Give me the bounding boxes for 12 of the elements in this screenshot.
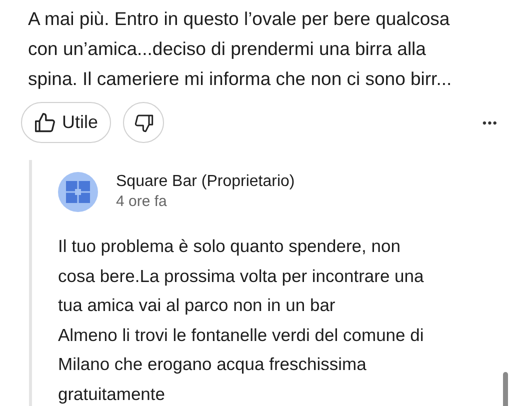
review-text: A mai più. Entro in questo l’ovale per bere qualcosa con un’amica...deciso di prendermi una birra alla spina. Il cameriere mi informa che non ci sono birr... — [28, 7, 453, 91]
thumbs-up-icon — [34, 112, 56, 134]
reply-author: Square Bar (Proprietario) — [116, 172, 295, 192]
reply-paragraph: Il tuo problema è solo quanto spendere, non cosa bere.La prossima volta per incontrare una tua amica vai al parco non in un bar — [58, 235, 424, 317]
reply-paragraph: Almeno li trovi le fontanelle verdi del comune di Milano che erogano acqua freschissima gratuitamente — [58, 324, 424, 406]
more-button[interactable]: ••• — [482, 114, 498, 132]
avatar-icon — [58, 172, 98, 212]
reply-time: 4 ore fa — [116, 192, 168, 212]
thumbs-down-icon — [134, 112, 154, 132]
helpful-button[interactable]: Utile — [21, 102, 112, 143]
scrollbar[interactable] — [503, 372, 508, 406]
not-helpful-button[interactable] — [123, 102, 164, 143]
